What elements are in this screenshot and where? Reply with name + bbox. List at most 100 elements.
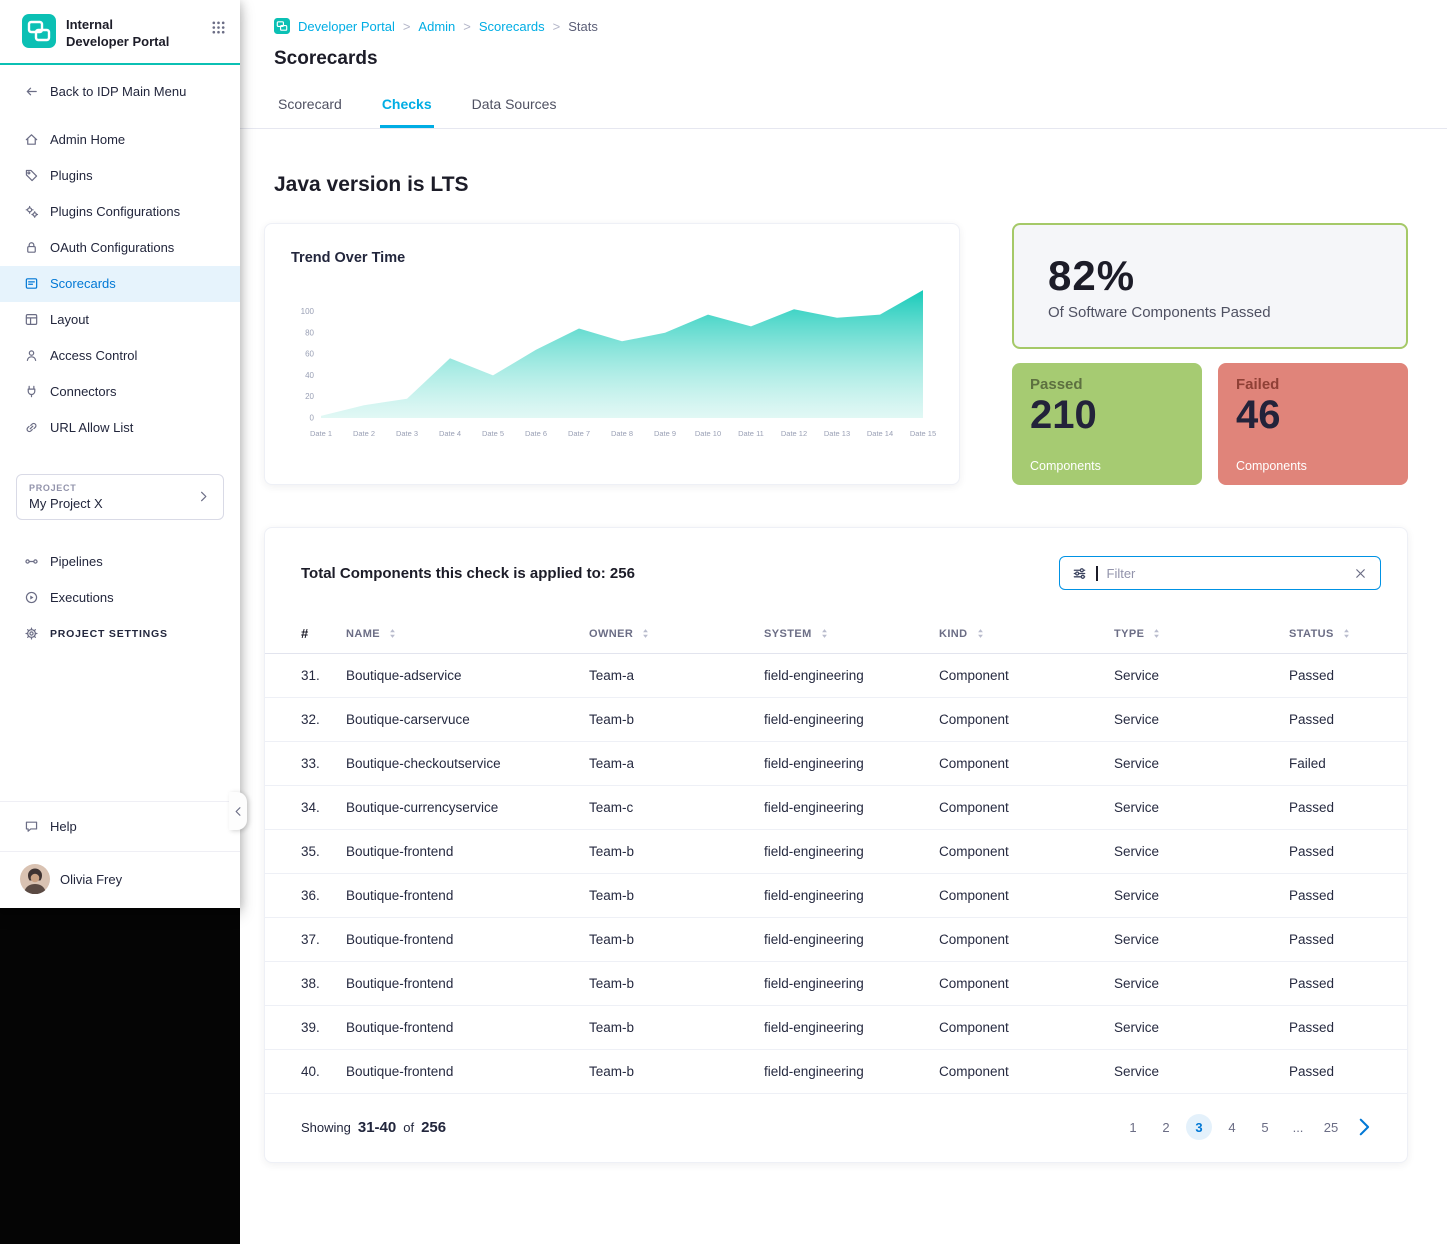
table-row[interactable]: 34.Boutique-currencyserviceTeam-cfield-e… <box>265 786 1407 830</box>
sidebar-item-access-control[interactable]: Access Control <box>0 338 240 374</box>
pagination-page-3[interactable]: 3 <box>1186 1114 1212 1140</box>
sidebar-spacer <box>0 652 240 801</box>
sidebar-item-label: Layout <box>50 312 89 327</box>
pagination-ellipsis: ... <box>1285 1114 1311 1140</box>
sidebar-collapse-handle[interactable] <box>229 792 247 830</box>
pagination-page-25[interactable]: 25 <box>1318 1114 1344 1140</box>
sidebar-item-admin-home[interactable]: Admin Home <box>0 122 240 158</box>
table-cell: Team-b <box>589 712 764 727</box>
pagination-next-button[interactable] <box>1351 1114 1377 1140</box>
sidebar-item-executions[interactable]: Executions <box>0 580 240 616</box>
table-cell: Passed <box>1289 932 1387 947</box>
pagination-page-2[interactable]: 2 <box>1153 1114 1179 1140</box>
table-row[interactable]: 35.Boutique-frontendTeam-bfield-engineer… <box>265 830 1407 874</box>
breadcrumb-item-scorecards[interactable]: Scorecards <box>479 19 545 34</box>
column-header-name[interactable]: NAME <box>346 628 589 640</box>
column-label: STATUS <box>1289 628 1334 640</box>
table-row[interactable]: 36.Boutique-frontendTeam-bfield-engineer… <box>265 874 1407 918</box>
pipeline-icon <box>24 554 39 569</box>
sidebar-item-help[interactable]: Help <box>0 801 240 851</box>
idp-logo-icon <box>274 18 290 34</box>
showing-label: Showing <box>301 1120 351 1135</box>
column-header-owner[interactable]: OWNER <box>589 628 764 640</box>
breadcrumb-separator: > <box>403 19 411 34</box>
table-row[interactable]: 37.Boutique-frontendTeam-bfield-engineer… <box>265 918 1407 962</box>
check-title: Java version is LTS <box>274 173 1408 197</box>
execution-icon <box>24 590 39 605</box>
pagination-page-5[interactable]: 5 <box>1252 1114 1278 1140</box>
svg-text:40: 40 <box>305 371 314 380</box>
sidebar-item-connectors[interactable]: Connectors <box>0 374 240 410</box>
column-label: NAME <box>346 628 380 640</box>
user-profile[interactable]: Olivia Frey <box>0 851 240 908</box>
apps-grid-icon[interactable] <box>211 14 226 35</box>
breadcrumb-item-admin[interactable]: Admin <box>418 19 455 34</box>
sidebar-item-scorecards[interactable]: Scorecards <box>0 266 240 302</box>
idp-logo-icon <box>22 14 56 48</box>
table-cell: field-engineering <box>764 756 939 771</box>
sort-icon[interactable] <box>1151 628 1162 639</box>
sidebar-item-pipelines[interactable]: Pipelines <box>0 544 240 580</box>
pagination-page-4[interactable]: 4 <box>1219 1114 1245 1140</box>
table-cell: Passed <box>1289 712 1387 727</box>
table-cell: Component <box>939 932 1114 947</box>
percent-passed-card: 82% Of Software Components Passed <box>1012 223 1408 349</box>
percent-value: 82% <box>1048 252 1372 300</box>
project-selector[interactable]: PROJECT My Project X <box>16 474 224 520</box>
table-row[interactable]: 33.Boutique-checkoutserviceTeam-afield-e… <box>265 742 1407 786</box>
column-header-[interactable]: # <box>301 626 346 641</box>
sort-icon[interactable] <box>975 628 986 639</box>
close-icon[interactable] <box>1353 566 1368 581</box>
sidebar-item-label: Admin Home <box>50 132 125 147</box>
sidebar-item-layout[interactable]: Layout <box>0 302 240 338</box>
tab-checks[interactable]: Checks <box>380 96 434 128</box>
sort-icon[interactable] <box>387 628 398 639</box>
sidebar-item-project-settings[interactable]: PROJECT SETTINGS <box>0 616 240 652</box>
column-header-status[interactable]: STATUS <box>1289 628 1387 640</box>
passed-card: Passed 210 Components <box>1012 363 1202 485</box>
table-row[interactable]: 38.Boutique-frontendTeam-bfield-engineer… <box>265 962 1407 1006</box>
column-header-type[interactable]: TYPE <box>1114 628 1289 640</box>
svg-text:20: 20 <box>305 392 314 401</box>
sidebar-item-label: Scorecards <box>50 276 116 291</box>
pagination-page-1[interactable]: 1 <box>1120 1114 1146 1140</box>
app-title-line2: Developer Portal <box>66 34 169 51</box>
breadcrumb-item-developer-portal[interactable]: Developer Portal <box>298 19 395 34</box>
lock-icon <box>24 240 39 255</box>
tab-scorecard[interactable]: Scorecard <box>276 96 344 128</box>
svg-text:Date 4: Date 4 <box>439 429 461 438</box>
sidebar-item-plugins[interactable]: Plugins <box>0 158 240 194</box>
link-icon <box>24 420 39 435</box>
svg-text:Date 13: Date 13 <box>824 429 850 438</box>
back-to-idp-main-menu[interactable]: Back to IDP Main Menu <box>0 65 240 116</box>
failed-card: Failed 46 Components <box>1218 363 1408 485</box>
table-cell: Passed <box>1289 1064 1387 1079</box>
main-area: Developer Portal>Admin>Scorecards>Stats … <box>240 0 1447 1244</box>
sort-icon[interactable] <box>819 628 830 639</box>
filter-box[interactable] <box>1059 556 1381 590</box>
percent-caption: Of Software Components Passed <box>1048 304 1372 321</box>
table-cell: Team-b <box>589 976 764 991</box>
table-row[interactable]: 32.Boutique-carservuceTeam-bfield-engine… <box>265 698 1407 742</box>
table-cell: 35. <box>301 844 346 859</box>
table-row[interactable]: 31.Boutique-adserviceTeam-afield-enginee… <box>265 654 1407 698</box>
chevron-left-icon <box>231 804 246 819</box>
sort-icon[interactable] <box>1341 628 1352 639</box>
settings-icon <box>24 626 39 641</box>
sort-icon[interactable] <box>640 628 651 639</box>
column-header-kind[interactable]: KIND <box>939 628 1114 640</box>
filter-input[interactable] <box>1107 566 1345 581</box>
layout-icon <box>24 312 39 327</box>
tab-data-sources[interactable]: Data Sources <box>470 96 559 128</box>
table-row[interactable]: 39.Boutique-frontendTeam-bfield-engineer… <box>265 1006 1407 1050</box>
sidebar-item-url-allow-list[interactable]: URL Allow List <box>0 410 240 446</box>
column-header-system[interactable]: SYSTEM <box>764 628 939 640</box>
table-cell: Boutique-frontend <box>346 1064 589 1079</box>
sidebar-item-plugins-configurations[interactable]: Plugins Configurations <box>0 194 240 230</box>
table-row[interactable]: 40.Boutique-frontendTeam-bfield-engineer… <box>265 1050 1407 1094</box>
trend-chart-svg: 020406080100Date 1Date 2Date 3Date 4Date… <box>291 280 939 444</box>
sidebar-item-oauth-configurations[interactable]: OAuth Configurations <box>0 230 240 266</box>
table-cell: Team-b <box>589 932 764 947</box>
svg-text:Date 11: Date 11 <box>738 429 764 438</box>
svg-text:Date 15: Date 15 <box>910 429 936 438</box>
